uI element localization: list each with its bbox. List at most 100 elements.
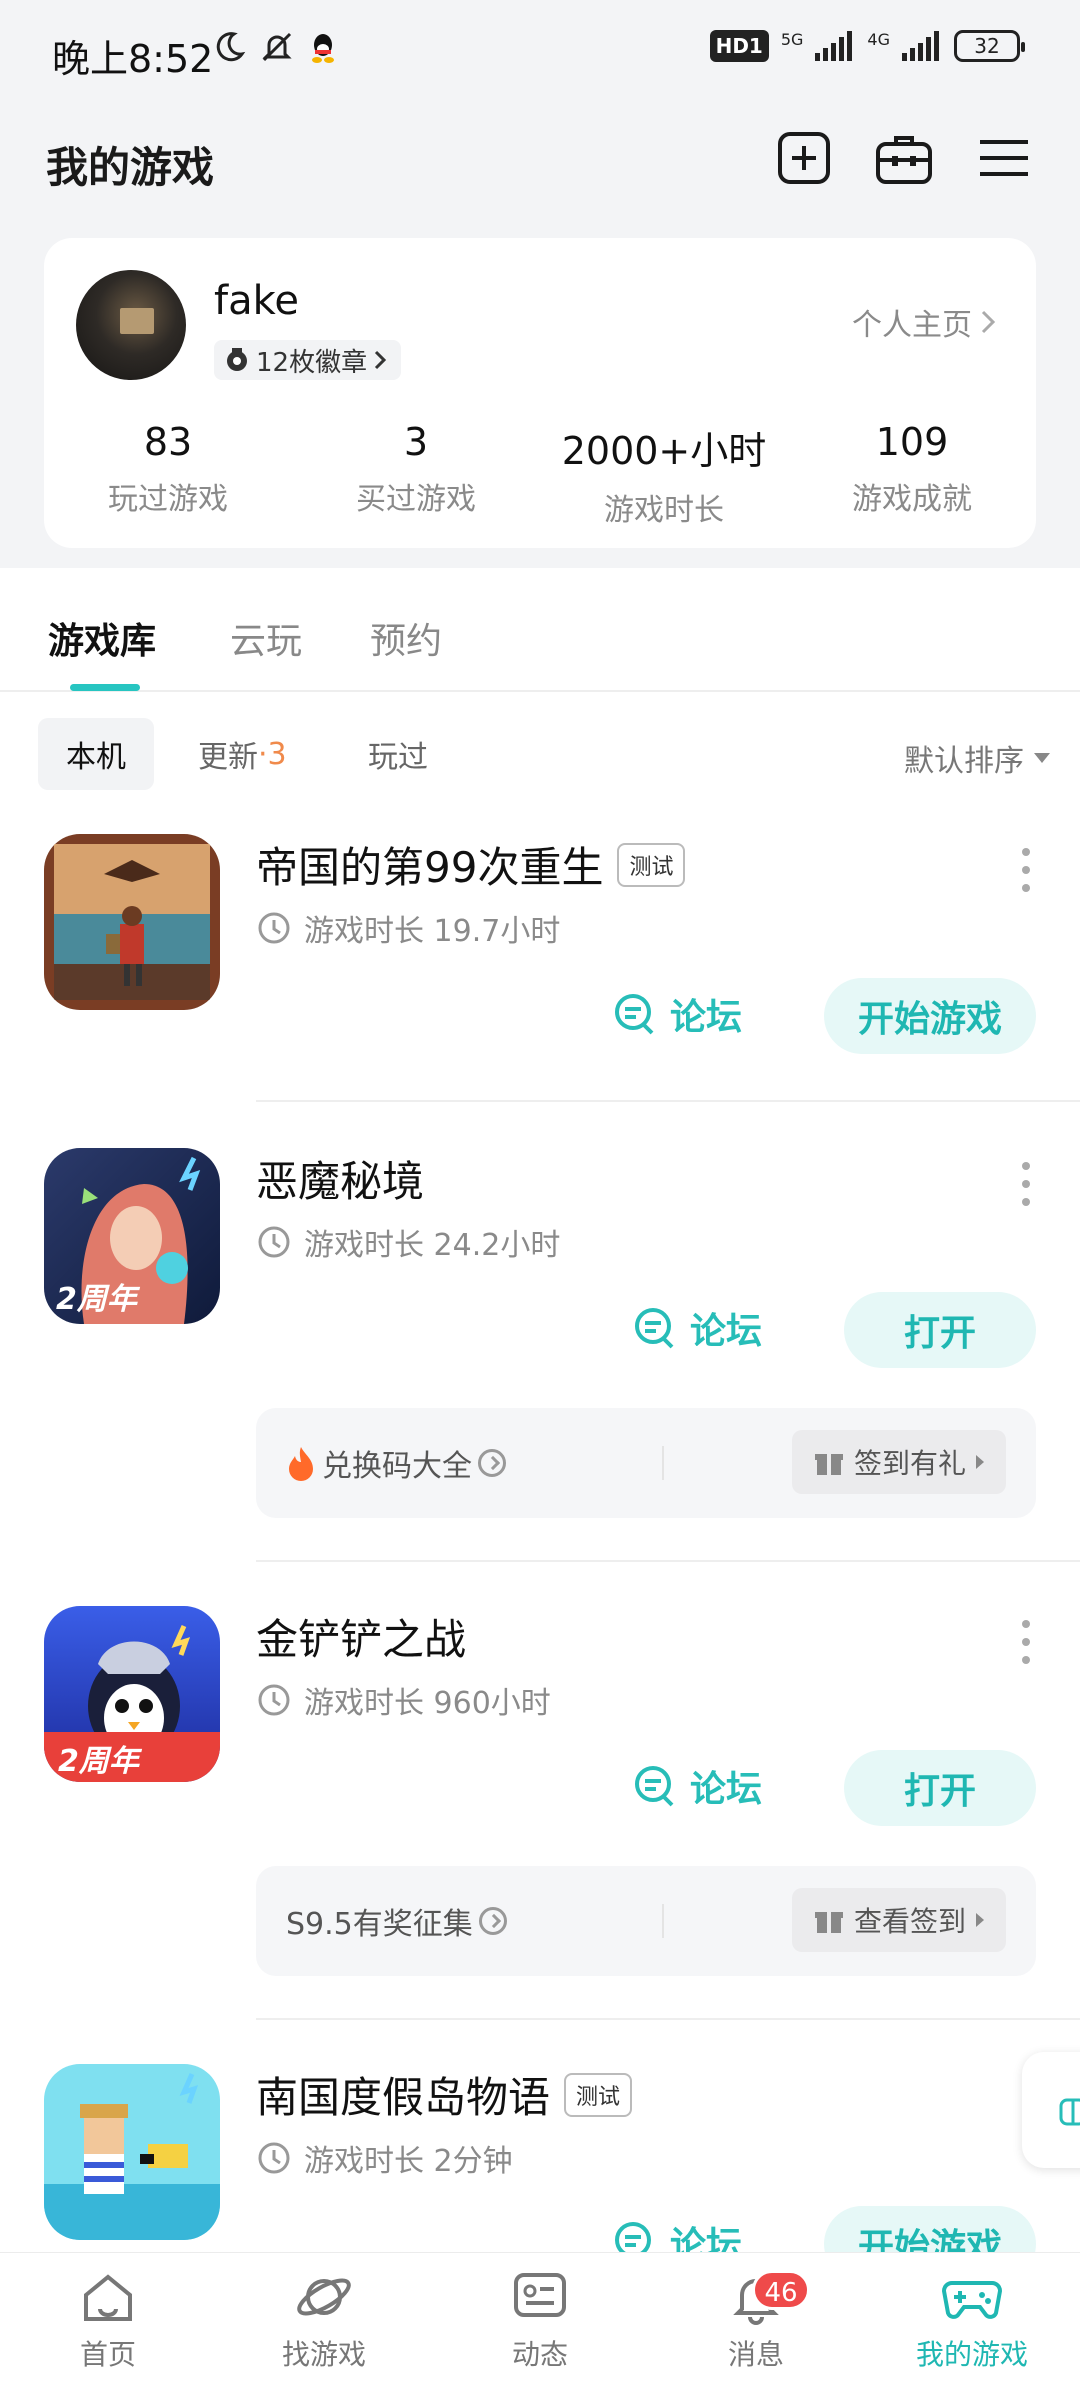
game-title-demon[interactable]: 恶魔秘境 (256, 1148, 424, 1209)
promo-link[interactable]: S9.5有奖征集 (286, 1866, 507, 1976)
stat-value: 109 (875, 420, 949, 464)
game-icon-island[interactable] (44, 2064, 220, 2240)
promo-text: 兑换码大全 (322, 1449, 472, 1484)
stat-label: 玩过游戏 (108, 482, 228, 517)
stat-value: 2000+小时 (561, 429, 767, 473)
gamepad-icon (941, 2281, 1003, 2319)
menu-icon[interactable] (974, 128, 1034, 188)
clock-icon (258, 912, 290, 944)
row-divider (256, 1560, 1080, 1562)
game-icon-jcc[interactable]: 2周年 (44, 1606, 220, 1782)
signal-icon (815, 31, 853, 61)
medal-icon (227, 348, 247, 371)
stat-playtime[interactable]: 2000+小时 游戏时长 (540, 420, 788, 529)
profile-link[interactable]: 个人主页 (852, 300, 996, 344)
update-count: 3 (267, 736, 287, 772)
game-title-text: 南国度假岛物语 (256, 2073, 551, 2122)
clock-icon (258, 1684, 290, 1716)
badge-count-label: 12枚徽章 (256, 347, 368, 378)
stat-purchased[interactable]: 3 买过游戏 (292, 420, 540, 518)
stat-label: 买过游戏 (356, 482, 476, 517)
status-bar: 晚上8:52 HD1 5G 4G 32 (0, 0, 1080, 104)
nav-my-games[interactable]: 我的游戏 (864, 2267, 1080, 2373)
clock-icon (258, 1226, 290, 1258)
filter-update[interactable]: 更新 · 3 (170, 718, 315, 790)
forum-button[interactable]: 论坛 (612, 988, 742, 1040)
nav-label: 消息 (727, 2338, 784, 2371)
status-left-icons (212, 30, 338, 64)
sort-label: 默认排序 (904, 744, 1024, 779)
triangle-right-icon (976, 1455, 984, 1469)
forum-icon (635, 1308, 674, 1349)
nav-home[interactable]: 首页 (0, 2267, 216, 2373)
row-divider (256, 1100, 1080, 1102)
stat-played[interactable]: 83 玩过游戏 (44, 420, 292, 518)
mute-bell-icon (262, 32, 292, 62)
forum-label: 论坛 (690, 1769, 763, 1810)
avatar[interactable] (76, 270, 186, 380)
profile-link-label: 个人主页 (852, 308, 972, 343)
game-icon-demon[interactable]: 2周年 (44, 1148, 220, 1324)
promo-bar: S9.5有奖征集 查看签到 (256, 1866, 1036, 1976)
game-icon-empire[interactable] (44, 834, 220, 1010)
gift-box-icon (1059, 2098, 1080, 2126)
tab-divider (0, 690, 1080, 692)
status-time: 晚上8:52 (52, 37, 214, 81)
playtime-text: 游戏时长 2分钟 (304, 2144, 513, 2179)
signin-gift-button[interactable]: 签到有礼 (791, 1430, 1006, 1494)
start-game-button[interactable]: 开始游戏 (824, 978, 1036, 1054)
profile-card[interactable]: fake 12枚徽章 个人主页 83 玩过游戏 3 买过游戏 2000+小时 游… (44, 238, 1036, 548)
forum-label: 论坛 (690, 1311, 763, 1352)
toolbox-icon[interactable] (874, 128, 934, 188)
promo-separator (662, 1446, 664, 1480)
playtime-row: 游戏时长 19.7小时 (256, 906, 560, 950)
view-signin-label: 查看签到 (853, 1905, 966, 1938)
moon-icon (216, 32, 246, 62)
game-title-jcc[interactable]: 金铲铲之战 (256, 1606, 466, 1667)
tab-cloud[interactable]: 云玩 (230, 612, 302, 664)
more-options-icon[interactable] (1016, 848, 1036, 892)
view-signin-button[interactable]: 查看签到 (791, 1888, 1006, 1952)
gift-icon (814, 1454, 843, 1475)
promo-bar: 兑换码大全 签到有礼 (256, 1408, 1036, 1518)
stat-achievements[interactable]: 109 游戏成就 (788, 420, 1036, 518)
more-options-icon[interactable] (1016, 1162, 1036, 1206)
signal-icon-2 (902, 31, 939, 61)
forum-button[interactable]: 论坛 (632, 1302, 762, 1354)
nav-feed[interactable]: 动态 (432, 2267, 648, 2373)
open-button[interactable]: 打开 (844, 1750, 1036, 1826)
game-title-island[interactable]: 南国度假岛物语 测试 (256, 2064, 633, 2125)
hd-badge: HD1 (709, 30, 769, 62)
nav-discover[interactable]: 找游戏 (216, 2267, 432, 2373)
forum-icon (615, 994, 654, 1035)
stat-value: 83 (143, 420, 193, 464)
test-tag: 测试 (617, 842, 686, 887)
sort-dropdown[interactable]: 默认排序 (904, 736, 1050, 780)
bottom-nav: 首页 找游戏 动态 消息 我的游戏 (0, 2252, 1080, 2400)
forum-button[interactable]: 论坛 (632, 1760, 762, 1812)
stat-value: 3 (403, 420, 429, 464)
open-button[interactable]: 打开 (844, 1292, 1036, 1368)
floating-edge-button[interactable] (1022, 2052, 1080, 2168)
tab-reservation[interactable]: 预约 (370, 612, 442, 664)
filter-local[interactable]: 本机 (38, 718, 154, 790)
gift-icon (814, 1912, 843, 1933)
more-options-icon[interactable] (1016, 1620, 1036, 1664)
triangle-right-icon (976, 1913, 984, 1927)
test-tag: 测试 (564, 2072, 633, 2117)
filter-played[interactable]: 玩过 (340, 718, 456, 790)
playtime-row: 游戏时长 960小时 (256, 1678, 551, 1722)
game-title-empire[interactable]: 帝国的第99次重生 测试 (256, 834, 686, 895)
tab-library[interactable]: 游戏库 (48, 612, 156, 664)
badge-count-button[interactable]: 12枚徽章 (214, 340, 402, 380)
playtime-text: 游戏时长 24.2小时 (304, 1228, 561, 1263)
tab-indicator (70, 684, 140, 691)
promo-link[interactable]: 兑换码大全 (286, 1408, 506, 1518)
add-icon[interactable] (774, 128, 834, 188)
signin-gift-label: 签到有礼 (853, 1447, 966, 1480)
username: fake (214, 278, 299, 324)
game-title-text: 帝国的第99次重生 (256, 843, 604, 892)
circle-arrow-icon (478, 1449, 506, 1477)
forum-label: 论坛 (670, 997, 743, 1038)
filter-update-label: 更新 (198, 740, 258, 775)
